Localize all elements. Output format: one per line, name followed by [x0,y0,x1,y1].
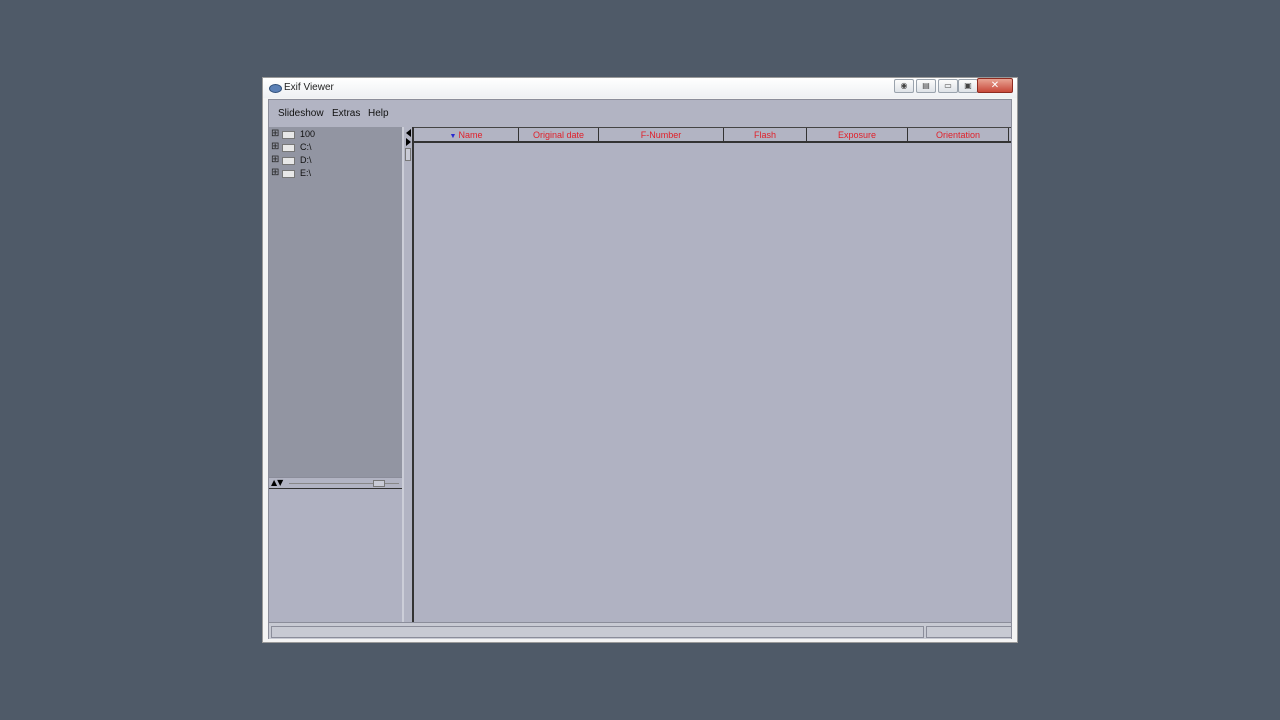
column-header-f-number[interactable]: F-Number [599,128,724,142]
column-header-orientation[interactable]: Orientation [908,128,1009,142]
column-header-name[interactable]: ▼ Name [414,128,519,142]
tree-node-d-drive[interactable]: ⊞ D:\ [271,155,391,167]
tree-node-e-drive[interactable]: ⊞ E:\ [271,168,391,180]
tree-node-c-drive[interactable]: ⊞ C:\ [271,142,391,154]
status-bar [269,622,1012,639]
folder-icon [282,170,295,178]
split-thumb[interactable] [373,480,385,487]
expand-icon[interactable]: ⊞ [271,168,279,178]
expand-right-icon[interactable] [406,138,411,146]
maximize-button[interactable]: ▣ [958,79,978,93]
tree-node-label: D:\ [300,155,312,165]
expand-icon[interactable]: ⊞ [271,142,279,152]
menu-slideshow[interactable]: Slideshow [278,108,324,119]
minimize-button[interactable]: ▭ [938,79,958,93]
collapse-left-icon[interactable] [406,129,411,137]
app-icon [269,84,282,93]
file-table[interactable]: ▼ Name Original date F-Number Flash Expos… [414,127,1011,622]
folder-icon [282,144,295,152]
expand-icon[interactable]: ⊞ [271,155,279,165]
status-left [271,626,924,638]
table-header: ▼ Name Original date F-Number Flash Expos… [414,127,1011,143]
eye-icon[interactable]: ◉ [894,79,914,93]
horizontal-splitter[interactable]: ▲▼ [269,477,402,489]
menu-bar: Slideshow Extras Help [269,100,1011,128]
status-right [926,626,1012,638]
split-arrows-icon[interactable]: ▲▼ [271,478,283,488]
sort-descending-icon: ▼ [449,133,457,140]
title-bar[interactable]: Exif Viewer ◉ ▤ ▭ ▣ ✕ [263,78,1017,98]
column-header-flash[interactable]: Flash [724,128,807,142]
edit-icon[interactable]: ▤ [916,79,936,93]
vertical-splitter[interactable] [404,127,414,622]
folder-icon [282,131,295,139]
column-header-exposure[interactable]: Exposure [807,128,908,142]
close-button[interactable]: ✕ [977,78,1013,93]
tree-node-label: C:\ [300,142,312,152]
preview-panel [269,489,402,622]
tree-node-100[interactable]: ⊞ 100 [271,129,391,141]
tree-node-label: 100 [300,129,316,139]
client-area: Slideshow Extras Help ⊞ 100 ⊞ C:\ ⊞ D:\ … [268,99,1012,639]
splitter-thumb[interactable] [405,148,411,161]
menu-extras[interactable]: Extras [332,108,360,119]
tree-node-label: E:\ [300,168,312,178]
expand-icon[interactable]: ⊞ [271,129,279,139]
folder-icon [282,157,295,165]
menu-help[interactable]: Help [368,108,389,119]
folder-tree[interactable]: ⊞ 100 ⊞ C:\ ⊞ D:\ ⊞ E:\ [269,127,402,477]
window-title: Exif Viewer [284,82,334,93]
app-window: Exif Viewer ◉ ▤ ▭ ▣ ✕ Slideshow Extras H… [262,77,1018,643]
column-header-original-date[interactable]: Original date [519,128,599,142]
column-header-label: Name [458,130,483,140]
